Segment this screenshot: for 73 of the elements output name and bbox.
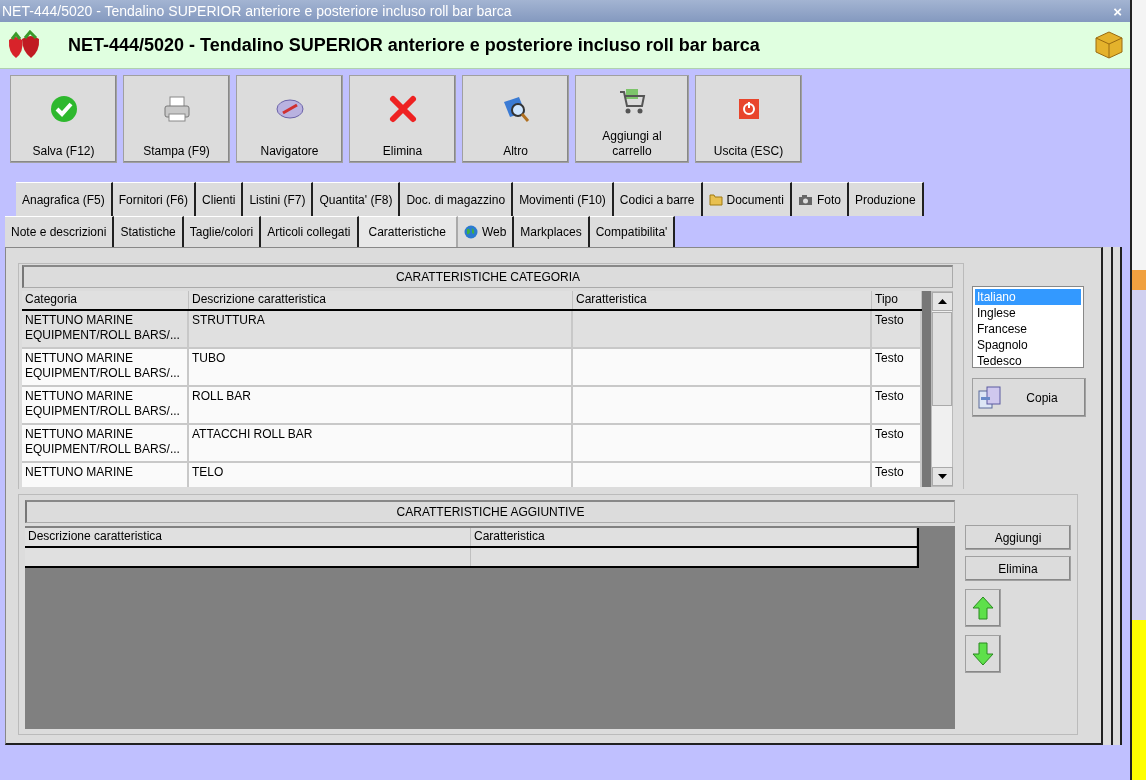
table-cell: NETTUNO MARINE EQUIPMENT/ROLL BARS/... — [22, 425, 189, 461]
tab[interactable]: Anagrafica (F5) — [16, 182, 113, 216]
toolbar-button[interactable]: Aggiungi al carrello — [575, 75, 689, 163]
documents-icon — [977, 384, 1003, 411]
tab[interactable]: Markplaces — [514, 216, 590, 247]
globe-icon — [463, 225, 478, 239]
box-icon[interactable] — [1094, 30, 1125, 60]
camera-icon — [797, 193, 813, 206]
printer-icon — [161, 94, 192, 124]
action-button[interactable]: Elimina — [965, 556, 1071, 581]
copy-button[interactable]: Copia — [972, 378, 1086, 417]
toolbar-button[interactable]: Elimina — [349, 75, 456, 163]
table-row[interactable]: NETTUNO MARINE EQUIPMENT/ROLL BARS/... ROLL BAR Testo — [22, 387, 922, 425]
scroll-thumb[interactable] — [932, 312, 952, 406]
checkmark-icon — [48, 94, 79, 124]
window-title: NET-444/5020 - Tendalino SUPERIOR anteriore e posteriore incluso roll bar barca — [2, 3, 512, 19]
list-item[interactable]: Spagnolo — [975, 337, 1081, 353]
cart-icon — [617, 86, 647, 116]
tab[interactable]: Articoli collegati — [261, 216, 359, 247]
table-row[interactable]: NETTUNO MARINE EQUIPMENT/ROLL BARS/... TUBO Testo — [22, 349, 922, 387]
tab[interactable]: Quantita' (F8) — [313, 182, 401, 216]
table-cell: NETTUNO MARINE EQUIPMENT/ROLL BARS/... — [22, 311, 189, 347]
table-cell: NETTUNO MARINE EQUIPMENT/ROLL BARS/... — [22, 387, 189, 423]
tab[interactable]: Doc. di magazzino — [400, 182, 514, 216]
toolbar-button[interactable]: Uscita (ESC) — [695, 75, 802, 163]
table-cell: NETTUNO MARINE EQUIPMENT/ROLL BARS/... — [22, 349, 189, 385]
tab[interactable]: Clienti — [196, 182, 244, 216]
strawberry-icon — [6, 30, 42, 60]
tab[interactable]: Note e descrizioni — [5, 216, 115, 247]
tab[interactable]: Codici a barre — [613, 182, 703, 216]
action-button[interactable]: Aggiungi — [965, 525, 1071, 550]
column-header: Categoria — [22, 291, 189, 309]
section-header: CARATTERISTICHE CATEGORIA — [22, 265, 953, 288]
table-cell: ATTACCHI ROLL BAR — [189, 425, 573, 461]
item-title: NET-444/5020 - Tendalino SUPERIOR anteriore e posteriore incluso roll bar barca — [68, 34, 761, 56]
cross-icon — [387, 94, 418, 124]
table-row[interactable]: NETTUNO MARINE EQUIPMENT/ROLL BARS/... STRUTTURA Testo — [22, 311, 922, 349]
table-cell: STRUTTURA — [189, 311, 573, 347]
tab[interactable]: Movimenti (F10) — [513, 182, 614, 216]
tab[interactable]: Documenti — [702, 182, 792, 216]
section-header: CARATTERISTICHE AGGIUNTIVE — [25, 500, 955, 523]
scroll-up-icon[interactable] — [932, 292, 953, 311]
tab[interactable]: Foto — [791, 182, 849, 216]
tab[interactable]: Statistiche — [114, 216, 184, 247]
tab[interactable]: Taglie/colori — [183, 216, 262, 247]
scrollbar[interactable] — [931, 291, 953, 487]
table-row[interactable]: NETTUNO MARINE TELO Testo — [22, 463, 922, 487]
tab[interactable]: Caratteristiche — [358, 216, 458, 247]
column-header: Caratteristica — [471, 528, 917, 546]
tab[interactable]: Web — [457, 216, 515, 247]
toolbar-button[interactable]: Altro — [462, 75, 569, 163]
move-up-button[interactable] — [965, 589, 1001, 627]
folder-icon — [708, 193, 723, 206]
move-down-button[interactable] — [965, 635, 1001, 673]
toolbar-button[interactable]: Navigatore — [236, 75, 343, 163]
table-row[interactable]: NETTUNO MARINE EQUIPMENT/ROLL BARS/... ATTACCHI ROLL BAR Testo — [22, 425, 922, 463]
arrow-down-icon — [972, 642, 994, 666]
column-header: Caratteristica — [573, 291, 872, 309]
column-header: Descrizione caratteristica — [189, 291, 573, 309]
column-header: Descrizione caratteristica — [25, 528, 471, 546]
list-item[interactable]: Tedesco — [975, 353, 1081, 369]
list-item[interactable]: Inglese — [975, 305, 1081, 321]
tab[interactable]: Fornitori (F6) — [112, 182, 197, 216]
tab[interactable]: Listini (F7) — [243, 182, 314, 216]
tab[interactable]: Compatibilita' — [589, 216, 676, 247]
scroll-down-icon[interactable] — [932, 467, 953, 486]
toolbar-button[interactable]: Stampa (F9) — [123, 75, 230, 163]
tab[interactable]: Produzione — [848, 182, 924, 216]
table-cell: TUBO — [189, 349, 573, 385]
toolbar-button[interactable]: Salva (F12) — [10, 75, 117, 163]
arrow-up-icon — [972, 596, 994, 620]
table-cell: ROLL BAR — [189, 387, 573, 423]
list-item[interactable]: Francese — [975, 321, 1081, 337]
